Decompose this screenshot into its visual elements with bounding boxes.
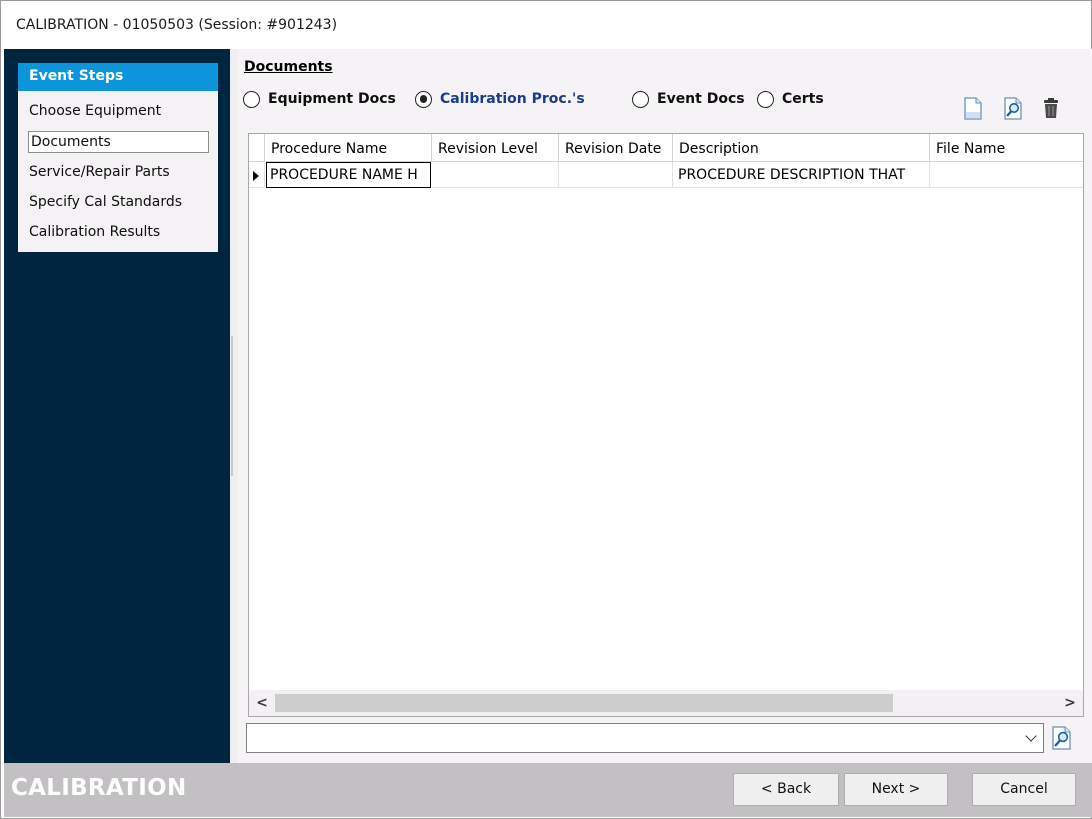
radio-label: Calibration Proc.'s bbox=[440, 91, 585, 107]
current-row-indicator-icon bbox=[253, 171, 259, 181]
event-steps-header: Event Steps bbox=[18, 63, 218, 91]
title-bar: CALIBRATION - 01050503 (Session: #901243… bbox=[1, 1, 1091, 49]
radio-calibration-procs[interactable]: Calibration Proc.'s bbox=[415, 89, 585, 109]
column-header-revision-date[interactable]: Revision Date bbox=[559, 134, 673, 162]
new-document-icon[interactable] bbox=[962, 95, 984, 121]
cancel-button[interactable]: Cancel bbox=[972, 773, 1076, 806]
next-button[interactable]: Next > bbox=[844, 773, 948, 806]
step-documents[interactable]: Documents bbox=[28, 131, 209, 153]
radio-circle-checked[interactable] bbox=[415, 90, 432, 108]
search-document-icon[interactable] bbox=[1050, 725, 1074, 751]
radio-label: Certs bbox=[782, 91, 824, 107]
footer-brand-label: CALIBRATION bbox=[11, 775, 187, 801]
column-header-file-name[interactable]: File Name bbox=[930, 134, 1083, 162]
column-header-revision-level[interactable]: Revision Level bbox=[432, 134, 559, 162]
cell-procedure-name[interactable]: PROCEDURE NAME H bbox=[266, 162, 431, 188]
column-header-procedure-name[interactable]: Procedure Name bbox=[265, 134, 432, 162]
step-calibration-results[interactable]: Calibration Results bbox=[29, 221, 160, 243]
scroll-left-icon[interactable]: < bbox=[251, 693, 273, 713]
cell-description[interactable]: PROCEDURE DESCRIPTION THAT bbox=[673, 162, 930, 188]
row-selector[interactable] bbox=[249, 162, 265, 188]
chevron-down-icon[interactable] bbox=[1025, 730, 1037, 742]
splitter-grip[interactable] bbox=[231, 336, 233, 476]
column-header-description[interactable]: Description bbox=[673, 134, 930, 162]
event-steps-pane: Event Steps Choose Equipment Documents S… bbox=[4, 49, 230, 763]
documents-section-label: Documents bbox=[244, 59, 333, 75]
radio-certs[interactable]: Certs bbox=[757, 89, 824, 109]
document-filter-combobox[interactable] bbox=[246, 723, 1044, 753]
step-specify-cal-standards[interactable]: Specify Cal Standards bbox=[29, 191, 182, 213]
horizontal-scrollbar[interactable]: < > bbox=[249, 690, 1083, 716]
cell-file-name[interactable] bbox=[930, 162, 1083, 188]
delete-icon[interactable] bbox=[1040, 95, 1062, 121]
pane-splitter[interactable] bbox=[230, 49, 238, 763]
window-title: CALIBRATION - 01050503 (Session: #901243… bbox=[16, 17, 338, 33]
radio-equipment-docs[interactable]: Equipment Docs bbox=[243, 89, 396, 109]
back-button[interactable]: < Back bbox=[733, 773, 839, 806]
wizard-footer: CALIBRATION < Back Next > Cancel bbox=[4, 763, 1092, 817]
scroll-right-icon[interactable]: > bbox=[1059, 693, 1081, 713]
radio-circle[interactable] bbox=[632, 90, 649, 108]
radio-label: Equipment Docs bbox=[268, 91, 396, 107]
view-document-icon[interactable] bbox=[1002, 95, 1024, 121]
event-steps-list: Choose Equipment Documents Service/Repai… bbox=[18, 91, 218, 252]
documents-pane: Documents Equipment Docs Calibration Pro… bbox=[238, 49, 1092, 763]
radio-circle[interactable] bbox=[757, 90, 774, 108]
cell-revision-level[interactable] bbox=[432, 162, 559, 188]
scrollbar-thumb[interactable] bbox=[275, 694, 893, 712]
radio-event-docs[interactable]: Event Docs bbox=[632, 89, 745, 109]
cell-revision-date[interactable] bbox=[559, 162, 673, 188]
radio-label: Event Docs bbox=[657, 91, 745, 107]
row-header-corner bbox=[249, 134, 265, 162]
step-service-repair-parts[interactable]: Service/Repair Parts bbox=[29, 161, 170, 183]
calibration-window: CALIBRATION - 01050503 (Session: #901243… bbox=[0, 0, 1092, 819]
step-choose-equipment[interactable]: Choose Equipment bbox=[29, 100, 161, 122]
procedures-grid[interactable]: Procedure Name Revision Level Revision D… bbox=[248, 133, 1084, 717]
radio-circle[interactable] bbox=[243, 90, 260, 108]
